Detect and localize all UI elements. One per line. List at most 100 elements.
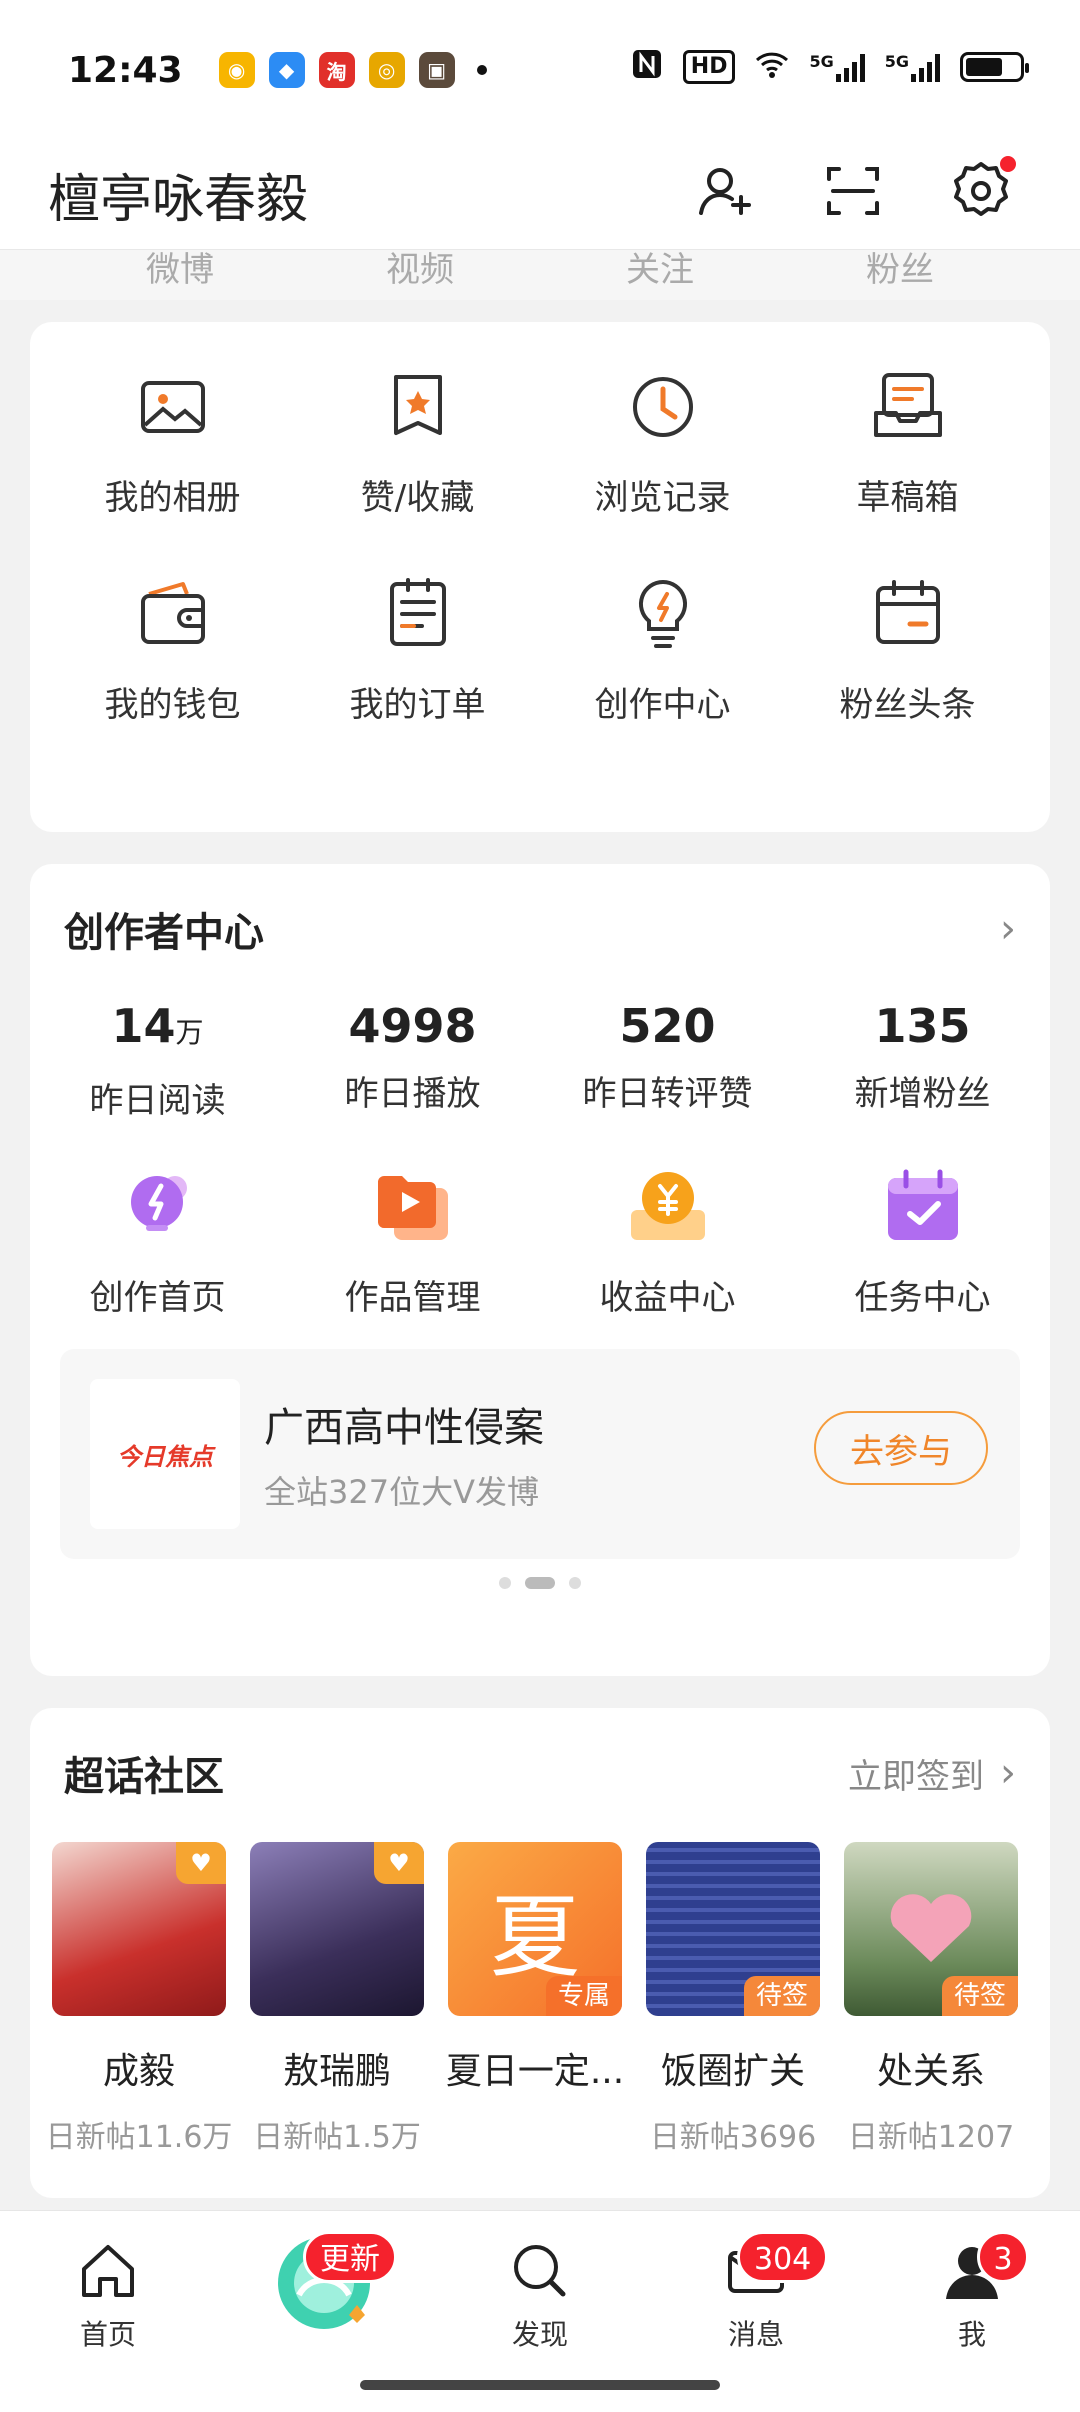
stat-weibo[interactable]: 微博 [80,250,280,300]
menu-label: 我的钱包 [104,685,241,725]
menu-card: 我的相册 赞/收藏 浏览记录 草稿箱 我的钱包 我的订单 创作中心 粉丝头条 [30,322,1050,832]
settings-button[interactable] [942,152,1020,230]
tool-create-home[interactable]: 创作首页 [30,1162,285,1319]
network-label-2: 5G [884,52,909,71]
update-badge: 更新 [303,2231,397,2283]
super-topic-thumb: 待签 [646,1842,820,2016]
topic-banner[interactable]: 今日焦点 广西高中性侵案 全站327位大V发博 去参与 [60,1349,1020,1559]
create-home-icon [130,1176,187,1231]
banner-subtitle: 全站327位大V发博 [264,1473,539,1511]
profile-badge: 3 [977,2231,1029,2283]
tool-task-center[interactable]: 任务中心 [795,1162,1050,1319]
message-count-badge: 304 [737,2231,829,2283]
status-bar: 12:43 ◉ ◆ 淘 ◎ ▣ HD 5G 5G [0,0,1080,140]
super-topic-item[interactable]: 夏 专属 夏日一定... [446,1842,624,2156]
metric-value: 14 [111,999,176,1053]
drafts-icon [873,373,942,437]
metric-new-fans[interactable]: 135 新增粉丝 [795,998,1050,1122]
menu-item-orders[interactable]: 我的订单 [295,569,540,726]
profile-header: 檀亭咏春毅 [0,140,1080,250]
stat-fans[interactable]: 粉丝 [800,250,1000,300]
tab-profile[interactable]: 我 3 [897,2231,1047,2412]
menu-label: 赞/收藏 [360,478,475,518]
metric-yesterday-interactions[interactable]: 520 昨日转评赞 [540,998,795,1122]
menu-label: 我的相册 [104,478,241,518]
more-notifications-dot [476,65,487,75]
super-topic-item[interactable]: ♥ 成毅 日新帖11.6万 [46,1842,232,2156]
participate-button[interactable]: 去参与 [814,1411,988,1485]
super-topic-item[interactable]: ♥ 敖瑞鹏 日新帖1.5万 [248,1842,426,2156]
pager-dot[interactable] [499,1577,511,1589]
checkin-link[interactable]: 立即签到 › [848,1749,1016,1798]
scan-button[interactable] [814,152,892,230]
username-title[interactable]: 檀亭咏春毅 [48,157,308,232]
summer-glyph: 夏 [490,1885,580,1990]
menu-item-creation[interactable]: 创作中心 [540,569,785,726]
add-friend-button[interactable] [686,152,764,230]
menu-label: 草稿箱 [856,478,959,518]
pending-checkin-tag: 待签 [941,1976,1018,2016]
super-topic-item[interactable]: 待签 处关系 日新帖1207 [842,1842,1020,2156]
chevron-right-icon: › [1000,906,1016,952]
super-topic-name: 成毅 [102,2051,175,2092]
super-topic-thumb: 待签 [844,1842,1018,2016]
tool-label: 收益中心 [599,1278,736,1318]
pending-checkin-tag: 待签 [743,1976,820,2016]
tool-label: 任务中心 [854,1278,991,1318]
creator-center-header[interactable]: 创作者中心 › [30,864,1050,958]
favorites-icon [393,375,442,435]
tab-home[interactable]: 首页 [33,2235,183,2412]
profile-stats-strip: 微博 视频 关注 粉丝 [0,250,1080,300]
signal-2-icon: 5G [885,52,940,82]
settings-notification-dot [998,154,1018,174]
works-icon [377,1176,448,1240]
exclusive-tag: 专属 [545,1976,622,2016]
blue-app-icon: ◆ [268,52,305,88]
tasks-icon [887,1169,958,1240]
bulb-icon [638,579,687,648]
metric-label: 昨日阅读 [89,1081,226,1121]
pager-dot-active[interactable] [525,1577,555,1589]
battery-icon [960,52,1029,82]
metric-yesterday-reads[interactable]: 14万 昨日阅读 [30,998,285,1122]
menu-item-album[interactable]: 我的相册 [50,362,295,519]
metric-value: 135 [874,999,971,1053]
chevron-right-icon: › [1000,1750,1016,1796]
metric-yesterday-plays[interactable]: 4998 昨日播放 [285,998,540,1122]
banner-title: 广西高中性侵案 [264,1405,544,1451]
menu-item-fan-headline[interactable]: 粉丝头条 [785,569,1030,726]
notification-icons: ◉ ◆ 淘 ◎ ▣ [218,52,487,88]
status-time: 12:43 [68,49,183,91]
weibo-icon: ◉ [218,52,255,88]
metric-unit: 万 [175,1016,204,1049]
super-topic-item[interactable]: 待签 饭圈扩关 日新帖3696 [644,1842,822,2156]
menu-item-drafts[interactable]: 草稿箱 [785,362,1030,519]
wallet-icon [140,582,205,644]
tab-label: 发现 [511,2318,568,2351]
super-topic-card: 超话社区 立即签到 › ♥ 成毅 日新帖11.6万 ♥ 敖瑞鹏 日新帖1.5万 … [30,1708,1050,2198]
super-topic-name: 处关系 [876,2051,985,2092]
super-topic-thumb: ♥ [52,1842,226,2016]
checkin-label: 立即签到 [848,1756,984,1797]
hd-icon: HD [682,50,736,84]
heart-badge-icon: ♥ [374,1842,424,1884]
history-icon [632,377,693,437]
menu-item-favorites[interactable]: 赞/收藏 [295,362,540,519]
orders-icon [389,578,446,646]
tool-income-center[interactable]: 收益中心 [540,1162,795,1319]
home-indicator[interactable] [360,2380,720,2390]
stat-video[interactable]: 视频 [320,250,520,300]
stat-following[interactable]: 关注 [560,250,760,300]
pager-dot[interactable] [569,1577,581,1589]
super-topic-name: 饭圈扩关 [660,2051,805,2092]
taobao-icon: 淘 [318,52,355,88]
tab-label: 首页 [79,2318,136,2351]
super-topic-name: 敖瑞鹏 [282,2051,391,2092]
menu-item-wallet[interactable]: 我的钱包 [50,569,295,726]
metric-value: 4998 [348,999,477,1053]
nfc-icon [631,48,663,86]
super-topic-title: 超话社区 [64,1754,224,1800]
menu-item-history[interactable]: 浏览记录 [540,362,785,519]
tool-works-management[interactable]: 作品管理 [285,1162,540,1319]
wifi-icon [755,50,789,84]
